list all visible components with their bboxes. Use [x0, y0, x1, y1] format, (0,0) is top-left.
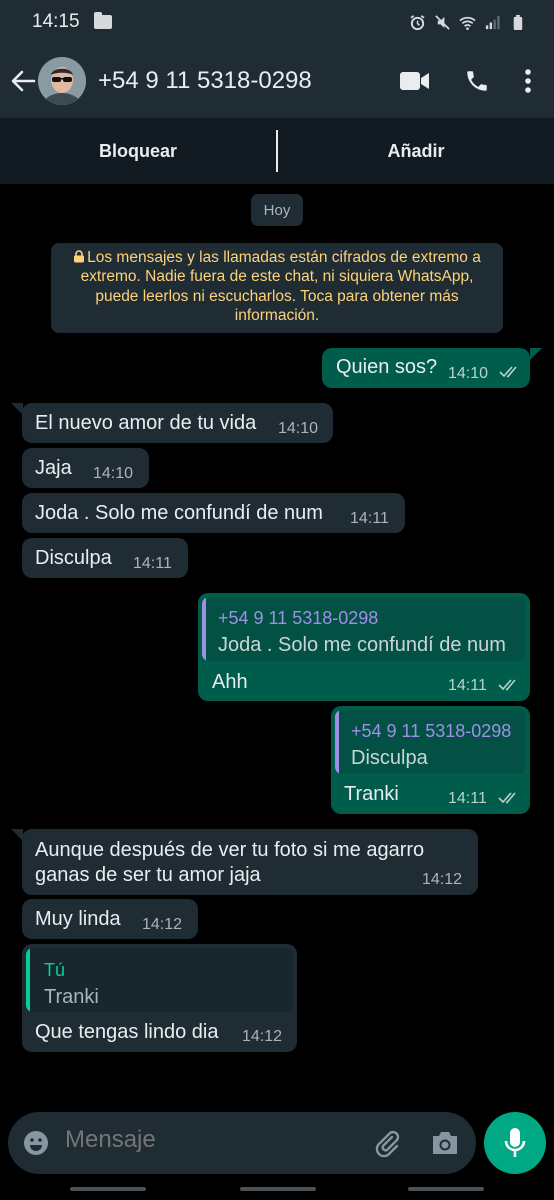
contact-name[interactable]: +54 9 11 5318-0298 — [98, 67, 312, 95]
message-time: 14:11 — [133, 555, 172, 572]
message-text: Muy linda — [35, 908, 121, 930]
quote-text: Disculpa — [351, 747, 428, 769]
avatar-image — [38, 57, 86, 105]
status-time: 14:15 — [32, 11, 80, 32]
wifi-icon — [459, 16, 476, 30]
quote-text: Joda . Solo me confundí de num — [218, 634, 506, 656]
date-chip: Hoy — [251, 194, 303, 226]
message-time: 14:11 — [448, 677, 487, 694]
signal-icon — [485, 15, 500, 29]
lock-icon — [74, 250, 85, 263]
message-composer — [8, 1112, 476, 1174]
alarm-icon — [410, 14, 425, 30]
more-options-icon[interactable] — [524, 68, 532, 94]
quote-author: +54 9 11 5318-0298 — [351, 721, 512, 741]
video-call-icon[interactable] — [400, 71, 430, 91]
message-text-line-1: Aunque después de ver tu foto si me agar… — [35, 839, 425, 861]
message-text: Disculpa — [35, 547, 112, 569]
message-text: Ahh — [212, 671, 248, 693]
double-check-icon — [498, 792, 516, 804]
quote-author: +54 9 11 5318-0298 — [218, 608, 379, 628]
camera-icon[interactable] — [430, 1129, 460, 1157]
quote-accent-bar — [26, 948, 30, 1012]
message-bubble-outgoing[interactable]: Quien sos? 14:10 — [322, 348, 530, 388]
message-text-line-2: ganas de ser tu amor jaja — [35, 864, 261, 886]
message-time: 14:11 — [448, 790, 487, 807]
message-time: 14:10 — [448, 365, 489, 382]
message-text: El nuevo amor de tu vida — [35, 412, 257, 434]
voice-call-icon[interactable] — [464, 68, 490, 94]
back-arrow-icon[interactable] — [10, 68, 36, 94]
message-time: 14:10 — [278, 420, 319, 437]
encryption-notice[interactable]: Los mensajes y las llamadas están cifrad… — [51, 243, 503, 333]
microphone-icon — [504, 1128, 526, 1157]
message-time: 14:12 — [422, 871, 463, 888]
message-time: 14:12 — [142, 916, 183, 933]
voice-message-button[interactable] — [484, 1112, 546, 1174]
nav-segment — [240, 1187, 316, 1191]
message-time: 14:12 — [242, 1028, 283, 1045]
quote-author: Tú — [44, 960, 66, 980]
nav-segment — [70, 1187, 146, 1191]
quote-accent-bar — [335, 710, 339, 774]
system-nav-bar — [0, 1178, 554, 1200]
message-text: Joda . Solo me confundí de num — [35, 502, 323, 524]
folder-icon — [93, 12, 112, 29]
message-bubble-incoming[interactable]: Tú Tranki Que tengas lindo dia 14:12 — [22, 944, 297, 1052]
message-bubble-outgoing[interactable]: +54 9 11 5318-0298 Joda . Solo me confun… — [198, 593, 530, 701]
message-bubble-incoming[interactable]: Disculpa 14:11 — [22, 538, 188, 578]
double-check-icon — [498, 679, 516, 691]
message-text: Tranki — [344, 783, 399, 805]
unknown-contact-bar: Bloquear Añadir — [0, 118, 554, 184]
attach-icon[interactable] — [372, 1128, 402, 1158]
message-text: Que tengas lindo dia — [35, 1021, 219, 1043]
quote-accent-bar — [202, 597, 206, 661]
add-contact-button[interactable]: Añadir — [278, 141, 554, 162]
message-time: 14:11 — [350, 510, 389, 527]
quoted-message[interactable]: Tú Tranki — [26, 948, 293, 1012]
message-bubble-incoming[interactable]: Aunque después de ver tu foto si me agar… — [22, 829, 478, 895]
message-bubble-incoming[interactable]: Jaja 14:10 — [22, 448, 149, 488]
mute-icon — [435, 14, 450, 30]
message-bubble-outgoing[interactable]: +54 9 11 5318-0298 Disculpa Tranki 14:11 — [331, 706, 530, 814]
double-check-icon — [499, 366, 517, 378]
quote-text: Tranki — [44, 986, 99, 1008]
encryption-notice-text: Los mensajes y las llamadas están cifrad… — [80, 249, 481, 325]
status-bar: 14:15 — [0, 0, 554, 44]
message-time: 14:10 — [93, 465, 134, 482]
message-text: Jaja — [35, 457, 72, 479]
quoted-message[interactable]: +54 9 11 5318-0298 Disculpa — [335, 710, 526, 774]
message-input[interactable] — [65, 1126, 355, 1154]
chat-header: +54 9 11 5318-0298 — [0, 44, 554, 118]
nav-segment — [408, 1187, 484, 1191]
quoted-message[interactable]: +54 9 11 5318-0298 Joda . Solo me confun… — [202, 597, 526, 661]
avatar[interactable] — [38, 57, 86, 105]
message-bubble-incoming[interactable]: El nuevo amor de tu vida 14:10 — [22, 403, 333, 443]
battery-icon — [513, 14, 523, 30]
message-bubble-incoming[interactable]: Muy linda 14:12 — [22, 899, 198, 939]
message-bubble-incoming[interactable]: Joda . Solo me confundí de num 14:11 — [22, 493, 405, 533]
message-text: Quien sos? — [336, 356, 438, 378]
status-icons — [409, 14, 526, 31]
block-button[interactable]: Bloquear — [0, 141, 276, 162]
bubble-tail — [530, 348, 542, 360]
emoji-icon[interactable] — [22, 1129, 50, 1157]
